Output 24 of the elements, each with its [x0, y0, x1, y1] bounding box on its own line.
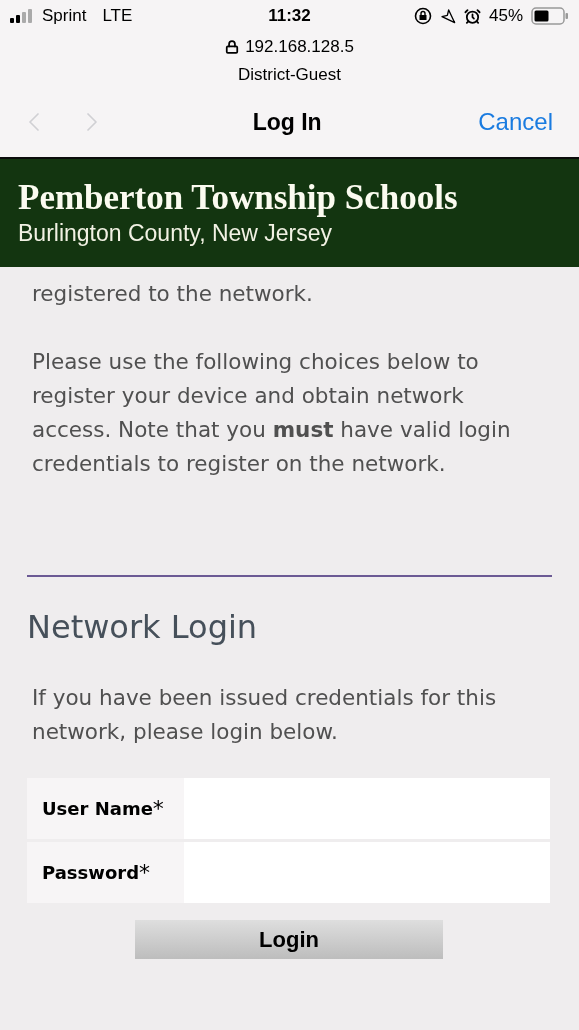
alarm-icon — [463, 7, 481, 25]
intro-paragraph: registered to the network. — [32, 280, 314, 308]
address-host: 192.168.128.5 — [245, 36, 354, 58]
battery-icon — [531, 7, 569, 25]
field-label: User Name — [42, 797, 153, 821]
banner-subtitle: Burlington County, New Jersey — [18, 219, 334, 248]
battery-percent: 45% — [488, 5, 523, 28]
carrier-name: Sprint — [42, 5, 87, 28]
section-heading: Network Login — [27, 607, 259, 647]
page-title: Log In — [251, 107, 323, 137]
rotation-lock-icon — [413, 7, 432, 25]
banner-title: Pemberton Township Schools — [18, 178, 459, 218]
required-mark: * — [152, 795, 164, 823]
lock-icon — [225, 39, 240, 54]
required-mark: * — [139, 859, 151, 887]
location-icon — [439, 8, 456, 24]
field-label: Password — [42, 861, 140, 885]
clock-time: 11:32 — [267, 5, 312, 28]
network-name: District-Guest — [238, 63, 341, 86]
network-type: LTE — [102, 5, 133, 28]
login-button[interactable]: Login — [135, 920, 443, 959]
login-instructions: If you have been issued credentials for this network, please login below. — [31, 684, 498, 746]
cancel-button[interactable]: Cancel — [478, 104, 553, 140]
intro-paragraph: Please use the following choices below to register your device and obtain network access. Note that you must have valid login credentials to register on the network. — [32, 348, 512, 478]
